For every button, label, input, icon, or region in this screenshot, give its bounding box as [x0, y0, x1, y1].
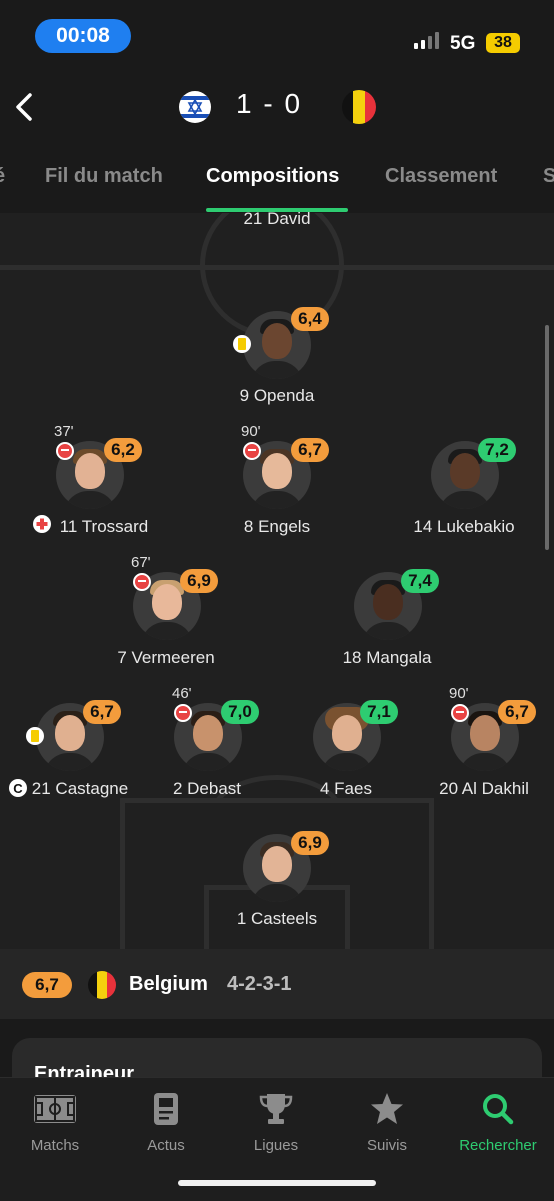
home-indicator: [178, 1180, 376, 1186]
match-score: 1 - 0: [236, 88, 303, 119]
player-rating-lukebakio: 7,2: [478, 438, 516, 462]
signal-icon: [414, 32, 439, 49]
player-name-lukebakio[interactable]: 14 Lukebakio: [384, 517, 544, 537]
team-name: Belgium: [129, 973, 208, 995]
player-rating-vermeeren: 6,9: [180, 569, 218, 593]
player-rating-casteels: 6,9: [291, 831, 329, 855]
tab-classement[interactable]: Classement: [385, 165, 497, 188]
status-time: 00:08: [35, 19, 131, 53]
player-rating-faes: 7,1: [360, 700, 398, 724]
trophy-icon: [259, 1094, 293, 1124]
player-name-faes[interactable]: 4 Faes: [266, 779, 426, 799]
tab-fil-du-match[interactable]: Fil du match: [45, 165, 163, 188]
player-name-mangala[interactable]: 18 Mangala: [307, 648, 467, 668]
player-rating-engels: 6,7: [291, 438, 329, 462]
player-rating-castagne: 6,7: [83, 700, 121, 724]
substitution-out-icon: [243, 442, 261, 460]
player-rating-trossard: 6,2: [104, 438, 142, 462]
substitution-out-icon: [451, 704, 469, 722]
pitch-icon: [34, 1095, 76, 1123]
nav-ligues[interactable]: Ligues: [221, 1092, 331, 1154]
player-rating-openda: 6,4: [291, 307, 329, 331]
network-type: 5G: [450, 33, 476, 54]
player-rating-mangala: 7,4: [401, 569, 439, 593]
player-name-engels[interactable]: 8 Engels: [197, 517, 357, 537]
substitution-out-icon: [133, 573, 151, 591]
player-name-casteels[interactable]: 1 Casteels: [197, 909, 357, 929]
player-rating-al-dakhil: 6,7: [498, 700, 536, 724]
nav-label: Actus: [147, 1137, 185, 1154]
sub-minute-al-dakhil: 90': [449, 685, 469, 702]
opponent-player-label: 21 David: [243, 209, 311, 228]
player-name-debast[interactable]: 2 Debast: [127, 779, 287, 799]
belgium-flag-icon: [88, 971, 116, 999]
belgium-flag-icon: [342, 90, 376, 124]
nav-suivis[interactable]: Suivis: [332, 1092, 442, 1154]
search-icon: [483, 1094, 514, 1125]
battery-icon: 38: [486, 33, 520, 53]
player-rating-debast: 7,0: [221, 700, 259, 724]
nav-label: Suivis: [366, 1137, 407, 1154]
nav-label: Rechercher: [459, 1137, 537, 1154]
back-icon[interactable]: [12, 90, 42, 124]
team-rating: 6,7: [22, 972, 72, 998]
nav-matchs[interactable]: Matchs: [0, 1092, 110, 1154]
tab-next[interactable]: S: [543, 165, 554, 188]
nav-label: Matchs: [30, 1137, 80, 1154]
sub-minute-debast: 46': [172, 685, 192, 702]
star-icon: [371, 1093, 403, 1124]
player-name-al-dakhil[interactable]: 20 Al Dakhil: [404, 779, 554, 799]
sub-minute-engels: 90': [241, 423, 261, 440]
nav-label: Ligues: [253, 1137, 299, 1154]
substitution-out-icon: [174, 704, 192, 722]
nav-actus[interactable]: Actus: [111, 1092, 221, 1154]
news-icon: [154, 1093, 178, 1125]
player-name-openda[interactable]: 9 Openda: [197, 386, 357, 406]
team-formation: 4-2-3-1: [227, 973, 292, 995]
sub-minute-trossard: 37': [54, 423, 74, 440]
scrollbar[interactable]: [545, 325, 549, 550]
substitution-out-icon: [56, 442, 74, 460]
tab-compositions[interactable]: Compositions: [206, 165, 339, 188]
player-name-trossard[interactable]: 11 Trossard: [24, 517, 184, 537]
yellow-card-icon: [26, 727, 44, 745]
yellow-card-icon: [233, 335, 251, 353]
player-name-vermeeren[interactable]: 7 Vermeeren: [86, 648, 246, 668]
sub-minute-vermeeren: 67': [131, 554, 151, 571]
israel-flag-icon: [179, 91, 211, 123]
nav-rechercher[interactable]: Rechercher: [443, 1092, 553, 1154]
tab-previous[interactable]: é: [0, 165, 5, 188]
